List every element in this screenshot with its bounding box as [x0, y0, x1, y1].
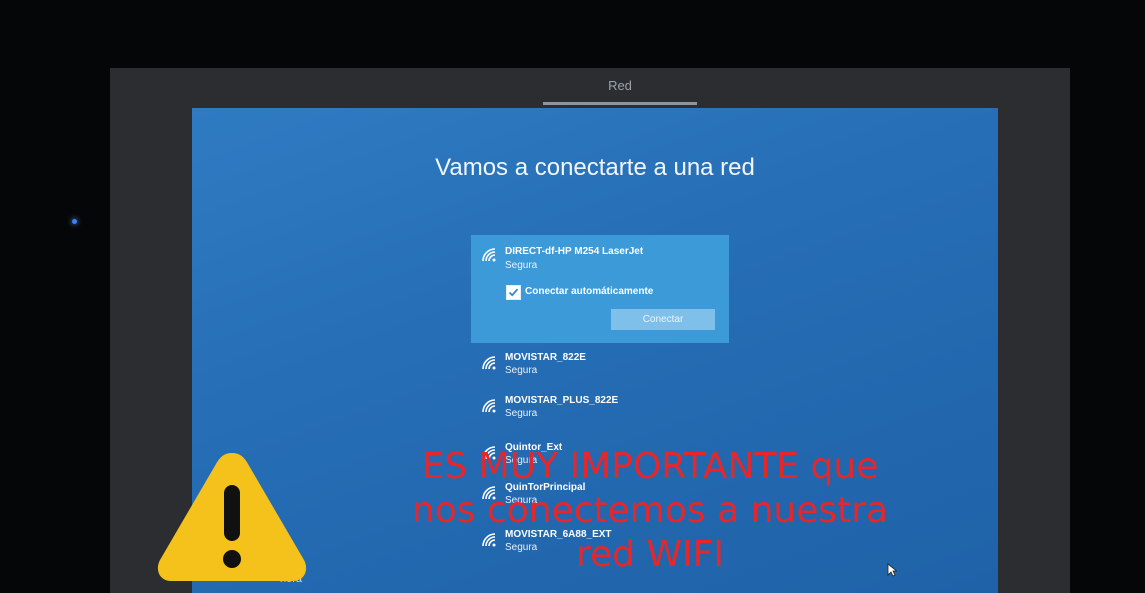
overlay-line-2: nos conectemos a nuestra	[411, 490, 889, 531]
network-item-selected[interactable]: DIRECT-df-HP M254 LaserJet Segura Conect…	[471, 235, 729, 343]
network-item[interactable]: MOVISTAR_822E Segura	[478, 349, 708, 379]
window-title: Red	[608, 78, 632, 93]
warning-overlay-text: ES MUY IMPORTANTE que nos conectemos a n…	[355, 445, 945, 577]
connect-button[interactable]: Conectar	[611, 309, 715, 330]
warning-icon	[157, 453, 307, 581]
network-status: Segura	[505, 260, 538, 271]
overlay-line-1: ES MUY IMPORTANTE que	[421, 446, 879, 487]
wifi-icon	[482, 399, 496, 413]
auto-connect-label[interactable]: Conectar automáticamente	[525, 286, 653, 297]
checkmark-icon	[508, 288, 519, 297]
power-led	[72, 219, 77, 224]
auto-connect-checkbox[interactable]	[506, 285, 521, 300]
wifi-icon	[482, 248, 496, 262]
page-title: Vamos a conectarte a una red	[435, 154, 755, 181]
network-name: MOVISTAR_822E	[505, 352, 586, 363]
wifi-icon	[482, 356, 496, 370]
network-item[interactable]: MOVISTAR_PLUS_822E Segura	[478, 392, 708, 422]
network-name: MOVISTAR_PLUS_822E	[505, 395, 619, 406]
window-title-underline	[543, 102, 697, 105]
network-status: Segura	[505, 365, 538, 376]
network-name: DIRECT-df-HP M254 LaserJet	[505, 246, 644, 257]
network-status: Segura	[505, 408, 538, 419]
overlay-line-3: red WIFI	[576, 534, 724, 575]
mouse-cursor-icon	[887, 563, 897, 577]
